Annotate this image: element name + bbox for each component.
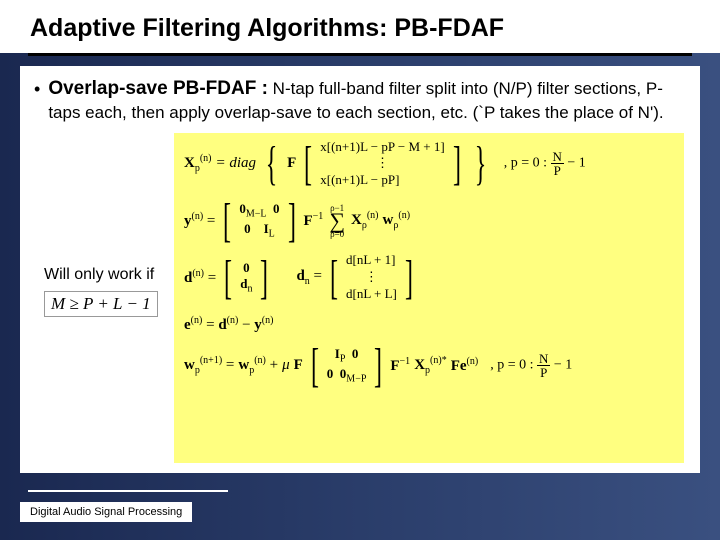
equation-3: d(n) = [ 0 dn ] dn = [ d[nL + 1] ⋮ d[nL … <box>174 246 684 309</box>
bullet-item: • Overlap-save PB-FDAF : N-tap full-band… <box>34 76 686 125</box>
formula-block: Xp(n) = diag { F [ x[(n+1)L − pP − M + 1… <box>174 133 684 463</box>
equation-4: e(n) = d(n) − y(n) <box>174 309 684 340</box>
equation-5: wp(n+1) = wp(n) + μ F [ IP 0 0 0M−P ] F−… <box>174 340 684 391</box>
condition-note: Will only work if <box>44 266 154 284</box>
bullet-text: Overlap-save PB-FDAF : N-tap full-band f… <box>48 76 686 125</box>
bullet-lead: Overlap-save PB-FDAF : <box>48 78 268 99</box>
footer-divider <box>28 490 228 492</box>
slide-title: Adaptive Filtering Algorithms: PB-FDAF <box>0 0 720 53</box>
footer-text: Digital Audio Signal Processing <box>20 502 192 522</box>
equation-2: y(n) = [ 0M−L 0 0 IL ] F−1 ρ−1 ∑ ρ=0 Xρ(… <box>174 195 684 246</box>
content-area: • Overlap-save PB-FDAF : N-tap full-band… <box>20 66 700 473</box>
bullet-marker: • <box>34 78 40 101</box>
equation-1: Xp(n) = diag { F [ x[(n+1)L − pP − M + 1… <box>174 133 684 196</box>
condition-formula: M ≥ P + L − 1 <box>44 291 158 317</box>
title-underline <box>28 53 692 56</box>
